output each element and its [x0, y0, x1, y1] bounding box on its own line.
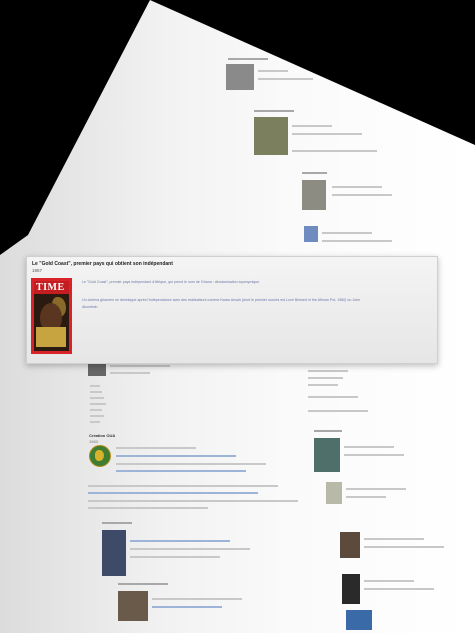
- text-line: [116, 463, 266, 465]
- timeline-thumb-11[interactable]: [342, 574, 360, 604]
- timeline-thumb-3[interactable]: [302, 180, 326, 210]
- text-line: [332, 186, 382, 188]
- timeline-thumb-10[interactable]: [340, 532, 360, 558]
- article-link[interactable]: [130, 540, 230, 542]
- event-popup-card[interactable]: Le "Gold Coast", premier pays qui obtien…: [26, 256, 438, 364]
- text-line: [152, 598, 242, 600]
- text-line: [110, 372, 150, 374]
- event-description-3: Akomfrah.: [82, 305, 99, 309]
- timeline-thumb-12[interactable]: [346, 610, 372, 630]
- cover-masthead: TIME: [36, 282, 65, 293]
- text-line: [302, 172, 327, 174]
- time-magazine-cover[interactable]: TIME: [31, 278, 72, 354]
- african-union-logo[interactable]: [89, 445, 111, 467]
- list-item: [90, 415, 104, 417]
- text-line: [332, 194, 392, 196]
- event-description-2: Un cinéma ghanéen se développe après l'i…: [82, 298, 361, 302]
- text-line: [308, 410, 368, 412]
- article-link[interactable]: [116, 455, 236, 457]
- article-link[interactable]: [116, 470, 246, 472]
- text-line: [364, 538, 424, 540]
- list-item: [90, 403, 106, 405]
- africa-map-icon: [95, 450, 104, 461]
- text-line: [130, 556, 220, 558]
- text-line: [364, 580, 414, 582]
- text-line: [314, 430, 342, 432]
- text-line: [308, 377, 343, 379]
- text-line: [344, 454, 404, 456]
- timeline-thumb-2[interactable]: [254, 117, 288, 155]
- list-item: [90, 397, 104, 399]
- portrait-cloth: [36, 327, 66, 347]
- timeline-thumb-6[interactable]: [102, 530, 126, 576]
- timeline-thumb-7[interactable]: [118, 591, 148, 621]
- text-line: [308, 384, 338, 386]
- text-line: [130, 548, 250, 550]
- text-line: [308, 370, 348, 372]
- section-title: Création OUA: [89, 433, 116, 438]
- text-line: [364, 546, 444, 548]
- text-line: [292, 125, 332, 127]
- event-year: 1957: [32, 268, 43, 273]
- cover-image: TIME: [34, 281, 69, 351]
- article-link[interactable]: [88, 492, 258, 494]
- text-line: [102, 522, 132, 524]
- list-item: [90, 421, 100, 423]
- event-description-1: Le "Gold Coast", premier pays indépendan…: [82, 280, 260, 284]
- text-line: [346, 488, 406, 490]
- text-line: [292, 133, 362, 135]
- text-line: [322, 240, 392, 242]
- text-line: [308, 396, 358, 398]
- timeline-thumb-8[interactable]: [314, 438, 340, 472]
- text-line: [346, 496, 386, 498]
- text-line: [118, 583, 168, 585]
- timeline-thumb-1[interactable]: [226, 64, 254, 90]
- section-year: 1963: [89, 439, 98, 444]
- list-item: [90, 391, 102, 393]
- text-line: [254, 110, 294, 112]
- text-line: [110, 365, 170, 367]
- text-line: [228, 58, 268, 60]
- text-line: [258, 70, 288, 72]
- text-line: [116, 447, 196, 449]
- text-line: [292, 150, 377, 152]
- article-link[interactable]: [152, 606, 222, 608]
- list-item: [90, 409, 102, 411]
- timeline-thumb-9[interactable]: [326, 482, 342, 504]
- text-line: [364, 588, 434, 590]
- text-line: [322, 232, 372, 234]
- text-line: [344, 446, 394, 448]
- timeline-thumb-4[interactable]: [304, 226, 318, 242]
- list-item: [90, 385, 100, 387]
- event-title: Le "Gold Coast", premier pays qui obtien…: [32, 261, 173, 267]
- text-line: [88, 500, 298, 502]
- text-line: [88, 485, 278, 487]
- text-line: [258, 78, 313, 80]
- text-line: [88, 507, 208, 509]
